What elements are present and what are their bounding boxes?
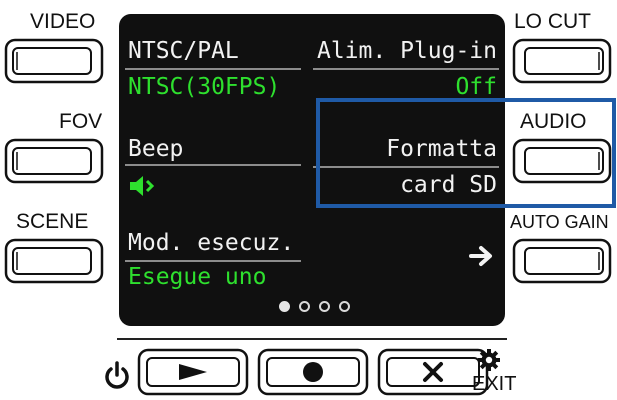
play-button[interactable] xyxy=(137,348,249,396)
page-dot xyxy=(319,301,330,312)
lo-cut-button[interactable] xyxy=(512,38,612,84)
video-label: VIDEO xyxy=(30,10,96,33)
playback-mode-item[interactable] xyxy=(123,226,305,296)
plugin-power-item[interactable] xyxy=(311,34,501,104)
exit-label: EXIT xyxy=(472,373,517,395)
page-dot xyxy=(339,301,350,312)
next-page-arrow-icon[interactable] xyxy=(469,244,495,268)
lo-cut-label: LO CUT xyxy=(514,10,592,33)
page-indicator xyxy=(279,301,350,312)
selection-highlight xyxy=(316,98,616,208)
fov-label: FOV xyxy=(59,110,103,133)
beep-item[interactable] xyxy=(123,132,305,202)
scene-label: SCENE xyxy=(16,210,89,233)
record-button[interactable] xyxy=(257,348,369,396)
gear-icon xyxy=(477,348,501,372)
power-icon xyxy=(103,360,131,390)
video-button[interactable] xyxy=(4,38,104,84)
scene-button[interactable] xyxy=(4,238,104,284)
fov-button[interactable] xyxy=(4,138,104,184)
auto-gain-label: AUTO GAIN xyxy=(510,212,609,232)
page-dot xyxy=(299,301,310,312)
auto-gain-button[interactable] xyxy=(512,238,612,284)
page-dot-active xyxy=(279,301,290,312)
record-icon xyxy=(303,362,323,382)
ntsc-pal-item[interactable] xyxy=(123,34,305,104)
divider xyxy=(117,338,507,340)
